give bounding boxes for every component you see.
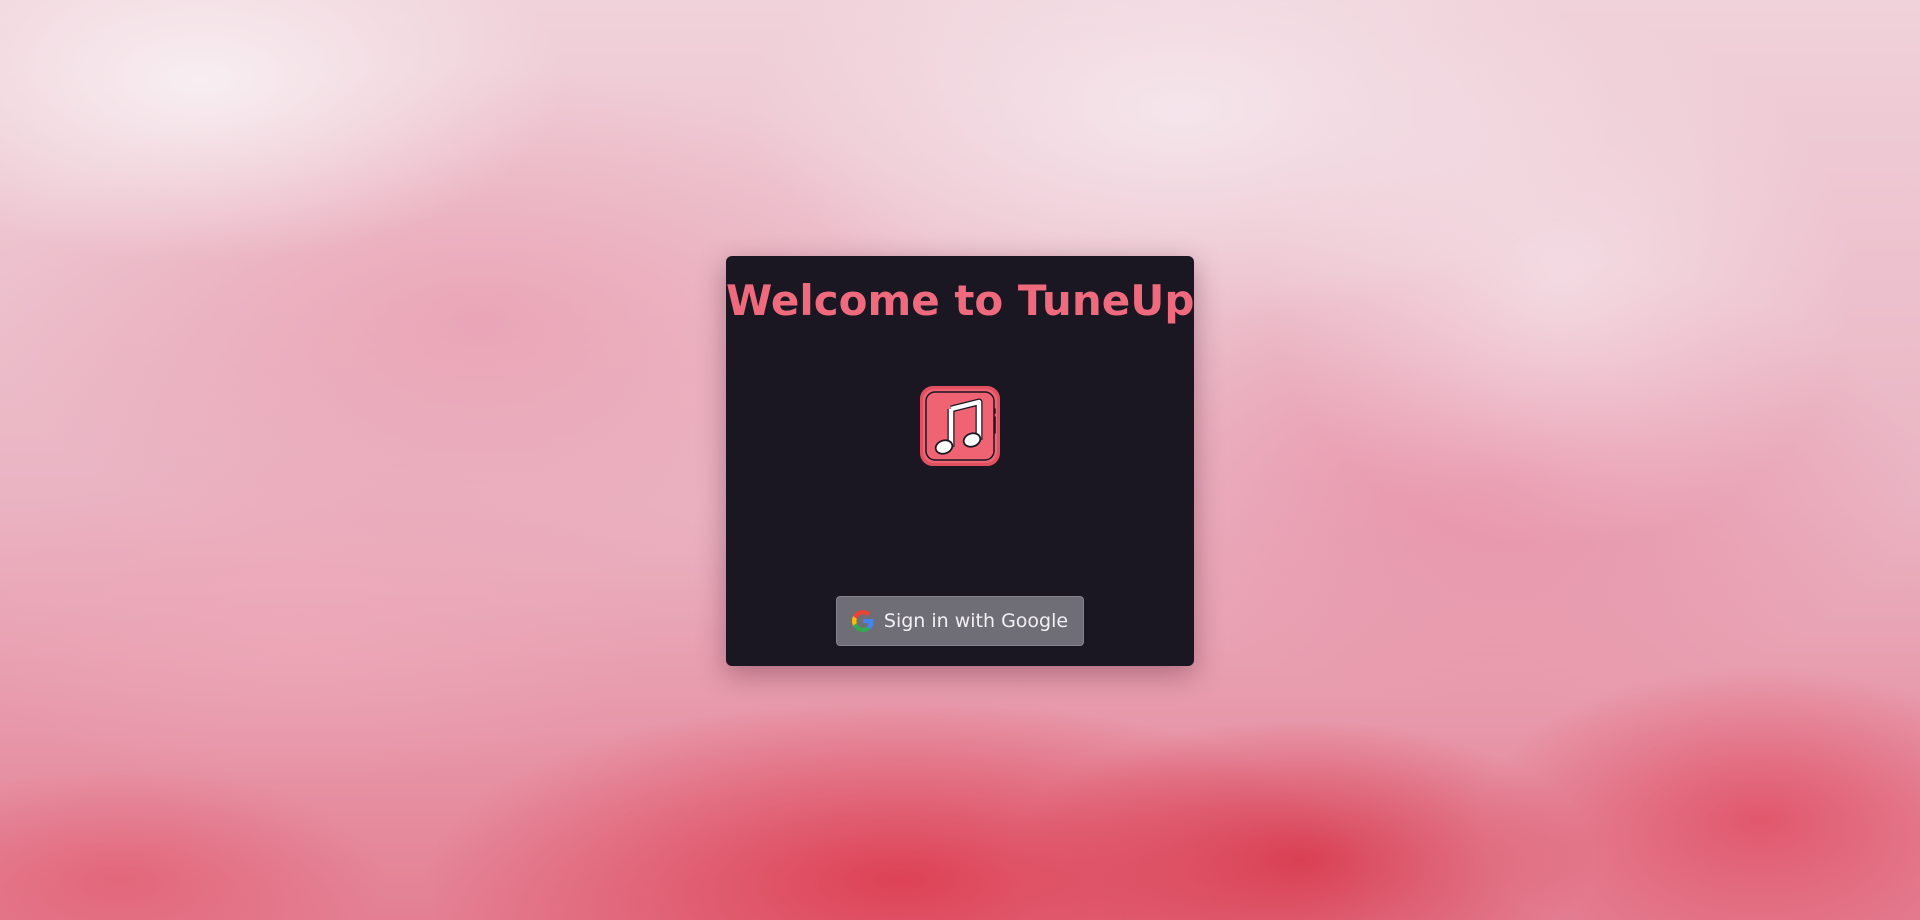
login-card: Welcome to TuneUp Sign in with Google [726,256,1194,666]
music-note-icon [918,384,1002,468]
google-signin-label: Sign in with Google [883,610,1069,632]
google-icon [851,610,874,632]
page-title: Welcome to TuneUp [726,276,1195,325]
google-signin-button[interactable]: Sign in with Google [836,596,1084,646]
